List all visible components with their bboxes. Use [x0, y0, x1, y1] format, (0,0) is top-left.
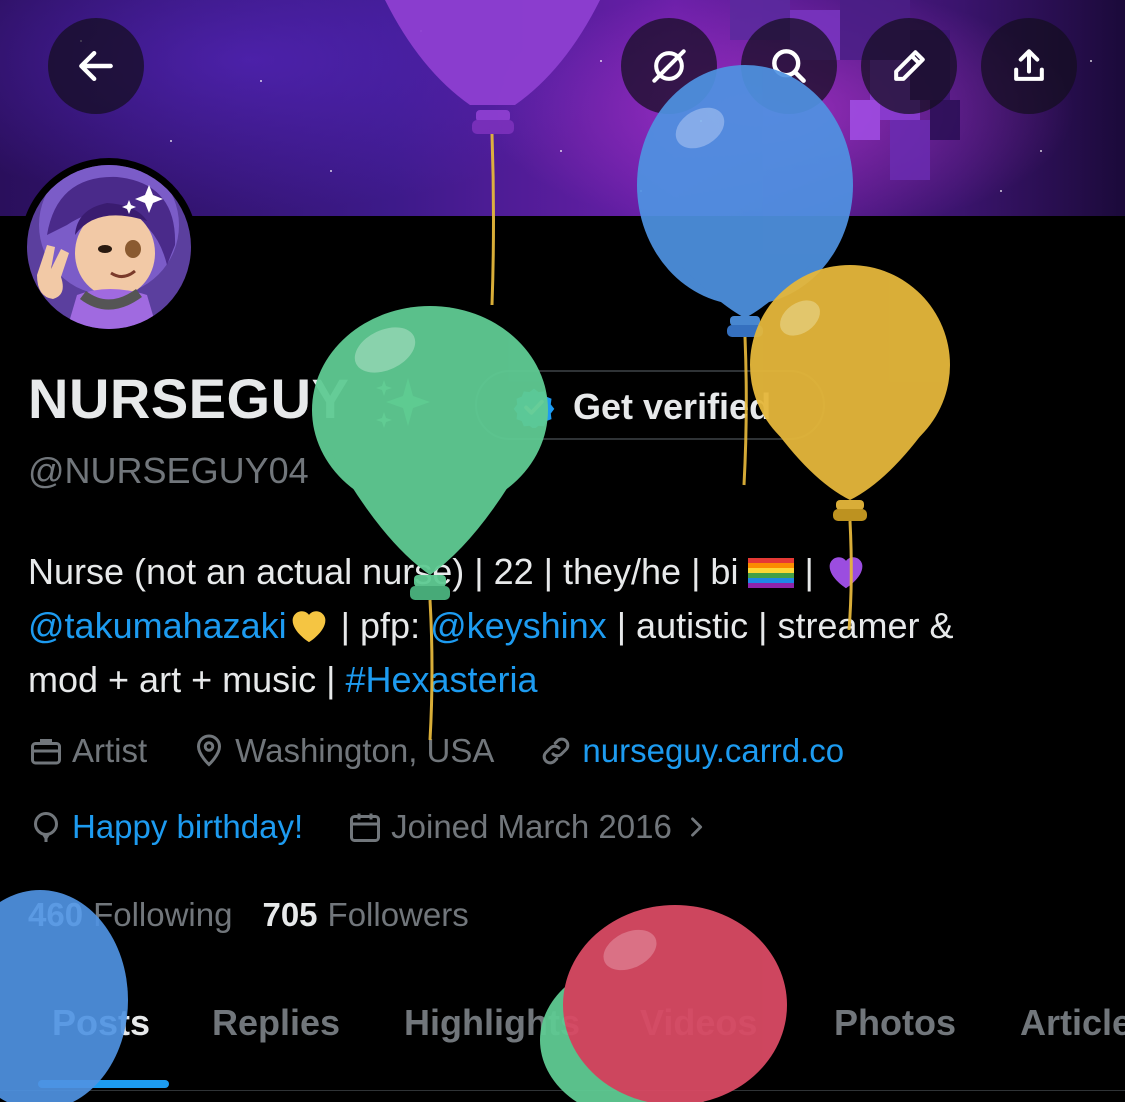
bio-text: Nurse (not an actual nurse) | 22 | they/…	[28, 551, 749, 592]
mention-link[interactable]: @takumahazaki	[28, 605, 287, 646]
following-label: Following	[93, 896, 233, 933]
link-icon	[543, 737, 570, 765]
bio-text: | pfp:	[330, 605, 431, 646]
location-item: Washington, USA	[191, 732, 494, 770]
search-icon	[772, 49, 806, 83]
mention-link[interactable]: @keyshinx	[430, 605, 607, 646]
category-label: Artist	[72, 732, 148, 769]
follow-stats: 460 Following 705 Followers	[28, 896, 499, 934]
location-pin-icon	[197, 734, 222, 767]
avatar[interactable]	[20, 158, 198, 336]
back-button[interactable]	[48, 18, 144, 114]
profile-tabs: Posts Replies Highlights Videos Photos A…	[0, 990, 1125, 1090]
tab-photos[interactable]: Photos	[834, 1002, 956, 1044]
tab-videos[interactable]: Videos	[640, 1002, 757, 1044]
birthday-label[interactable]: Happy birthday!	[72, 808, 303, 846]
share-icon	[1014, 49, 1044, 81]
get-verified-button[interactable]: Get verified	[475, 370, 825, 440]
following-count: 460	[28, 896, 84, 933]
bio-text: mod + art + music |	[28, 659, 346, 700]
rainbow-flag-icon	[748, 551, 795, 605]
back-arrow-icon	[79, 50, 113, 82]
sparkles-emoji	[376, 378, 430, 428]
following-stat[interactable]: 460 Following	[28, 896, 232, 934]
pencil-icon	[894, 50, 925, 81]
profile-meta-row: Artist Washington, USA nurseguy.carrd.co	[28, 732, 888, 770]
website-item[interactable]: nurseguy.carrd.co	[538, 732, 844, 770]
tab-replies[interactable]: Replies	[212, 1002, 340, 1044]
birthday-item[interactable]: Happy birthday!	[28, 808, 303, 846]
briefcase-icon	[31, 739, 61, 765]
location-label: Washington, USA	[235, 732, 495, 769]
followers-label: Followers	[327, 896, 469, 933]
joined-label: Joined March 2016	[391, 808, 672, 845]
bio-text: | autistic | streamer &	[606, 605, 954, 646]
grok-button[interactable]	[621, 18, 717, 114]
avatar-illustration	[27, 165, 191, 329]
verified-badge-icon	[513, 388, 555, 428]
grok-icon	[652, 49, 686, 83]
joined-item[interactable]: Joined March 2016	[347, 808, 718, 846]
yellow-heart-icon	[287, 604, 331, 659]
purple-heart-icon	[824, 550, 868, 605]
get-verified-label: Get verified	[573, 386, 772, 427]
bio-separator: |	[794, 551, 824, 592]
profile-handle: @NURSEGUY04	[28, 450, 309, 491]
hashtag-link[interactable]: #Hexasteria	[345, 659, 537, 700]
tabs-divider	[0, 1090, 1125, 1091]
tab-articles[interactable]: Articles	[1020, 1002, 1125, 1044]
tab-posts[interactable]: Posts	[52, 1002, 150, 1044]
share-button[interactable]	[981, 18, 1077, 114]
profile-bio: Nurse (not an actual nurse) | 22 | they/…	[28, 545, 1108, 707]
chevron-right-icon	[690, 817, 702, 837]
tab-highlights[interactable]: Highlights	[404, 1002, 580, 1044]
search-button[interactable]	[741, 18, 837, 114]
calendar-icon	[350, 813, 381, 842]
active-tab-indicator	[38, 1080, 169, 1088]
balloon-icon	[34, 812, 58, 842]
display-name: NURSEGUY	[28, 367, 350, 430]
website-link[interactable]: nurseguy.carrd.co	[582, 732, 844, 770]
followers-stat[interactable]: 705 Followers	[262, 896, 468, 934]
edit-profile-button[interactable]	[861, 18, 957, 114]
profile-meta-row-2: Happy birthday! Joined March 2016	[28, 808, 762, 846]
followers-count: 705	[262, 896, 318, 933]
category-item: Artist	[28, 732, 147, 770]
